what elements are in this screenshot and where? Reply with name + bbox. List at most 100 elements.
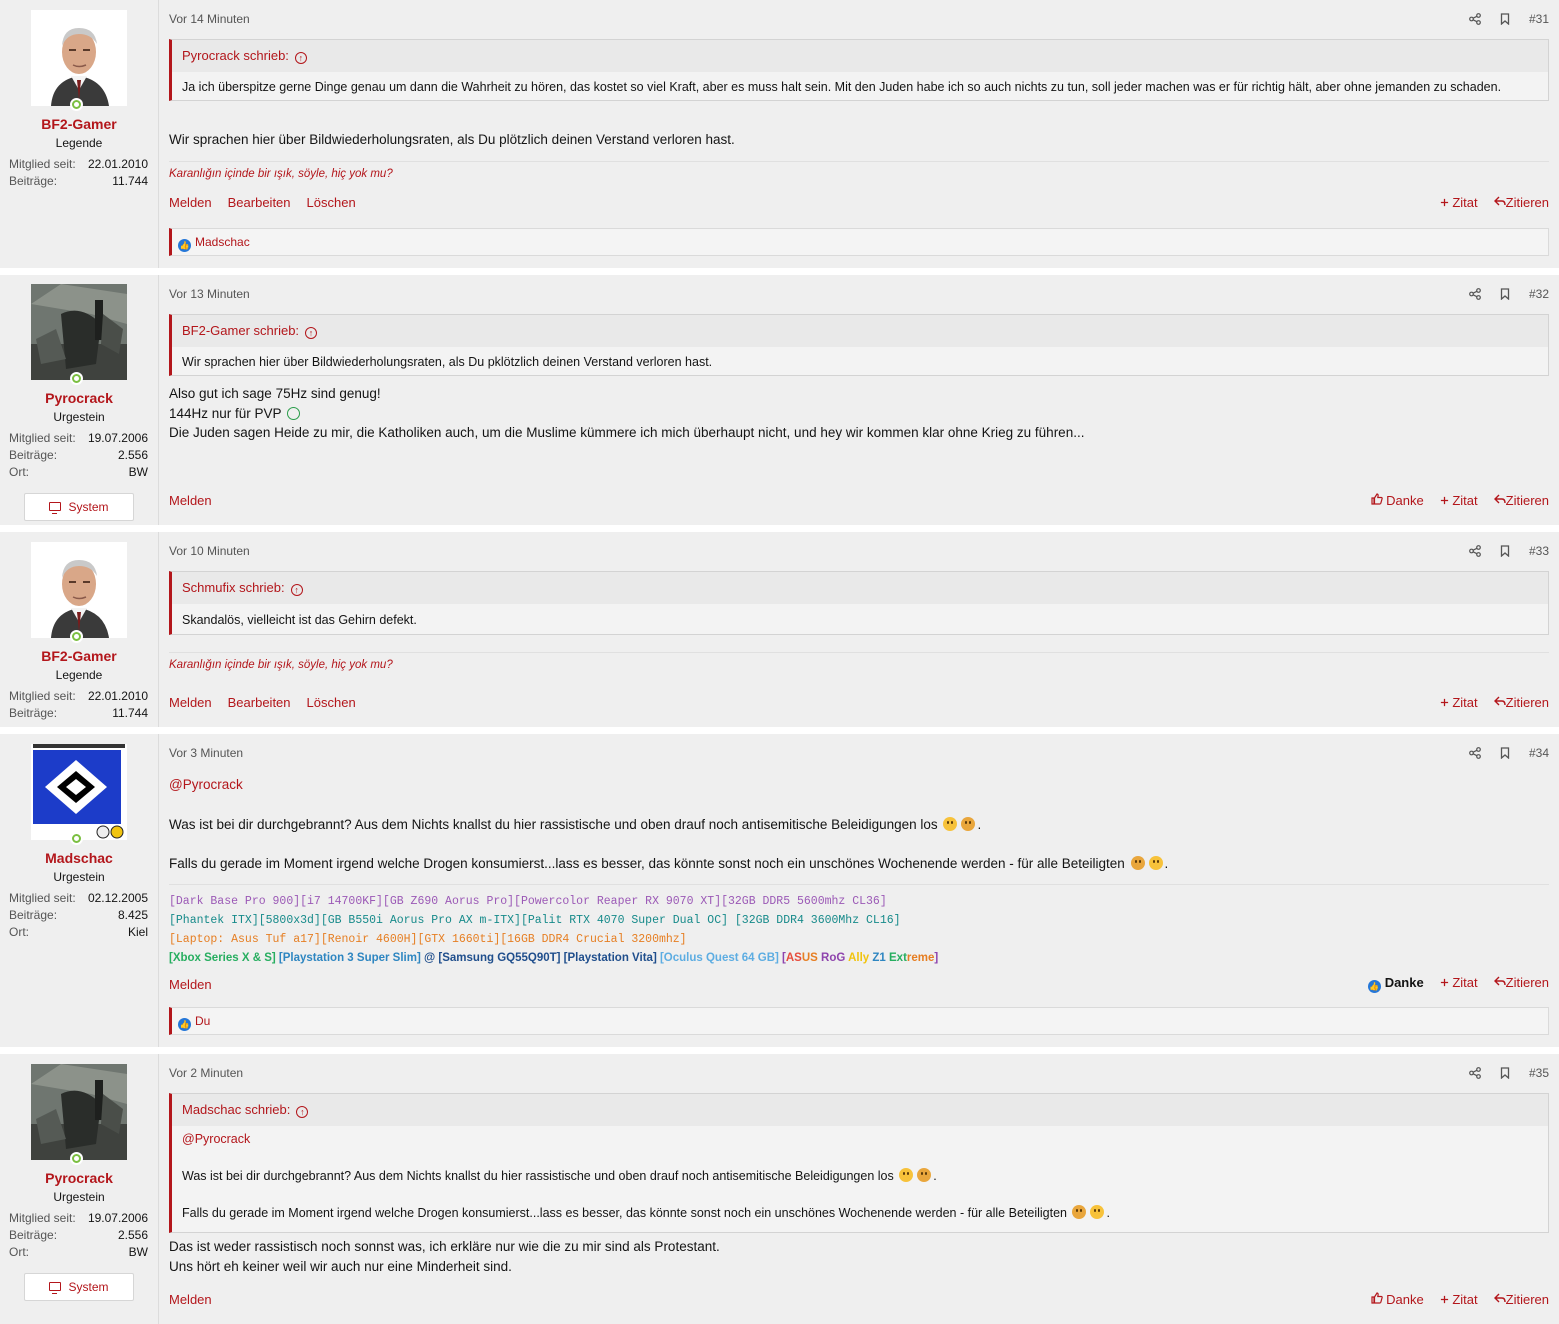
multiquote-button[interactable]: Zitat: [1440, 493, 1478, 508]
post-time[interactable]: Vor 14 Minuten: [169, 12, 250, 26]
share-icon[interactable]: [1469, 747, 1481, 759]
quote-block: BF2-Gamer schrieb: ↑ Wir sprachen hier üb…: [169, 314, 1549, 376]
post-time[interactable]: Vor 2 Minuten: [169, 1066, 243, 1080]
post-time[interactable]: Vor 3 Minuten: [169, 746, 243, 760]
post-number[interactable]: #33: [1529, 544, 1549, 558]
multiquote-button[interactable]: Zitat: [1440, 195, 1478, 210]
bookmark-icon[interactable]: [1499, 545, 1511, 557]
quote-author[interactable]: Pyrocrack schrieb:: [182, 48, 289, 63]
message-line: Die Juden sagen Heide zu mir, die Kathol…: [169, 425, 1085, 440]
share-icon[interactable]: [1469, 1067, 1481, 1079]
message-paragraph: Was ist bei dir durchgebrannt? Aus dem N…: [169, 816, 938, 832]
avatar[interactable]: [31, 744, 127, 845]
multiquote-button[interactable]: Zitat: [1440, 975, 1478, 990]
username-link[interactable]: Madschac: [0, 850, 158, 866]
signature: Karanlığın içinde bir ışık, söyle, hiç y…: [169, 160, 1549, 180]
username-link[interactable]: BF2-Gamer: [0, 116, 158, 132]
edit-button[interactable]: Bearbeiten: [228, 195, 291, 210]
post-time[interactable]: Vor 10 Minuten: [169, 544, 250, 558]
bookmark-icon[interactable]: [1499, 288, 1511, 300]
reactions-bar[interactable]: 👍 Madschac: [169, 228, 1549, 256]
monitor-icon: [49, 502, 62, 514]
message-body: @Pyrocrack Was ist bei dir durchgebrannt…: [169, 777, 1169, 871]
thanks-button[interactable]: Danke: [1371, 1292, 1424, 1307]
multiquote-button[interactable]: Zitat: [1440, 1292, 1478, 1307]
avatar-image[interactable]: [31, 744, 127, 840]
delete-button[interactable]: Löschen: [307, 695, 356, 710]
jump-up-icon[interactable]: ↑: [305, 327, 318, 339]
reply-quote-button[interactable]: Zitieren: [1494, 195, 1549, 210]
posts-value: 11.744: [112, 706, 148, 720]
post-number[interactable]: #31: [1529, 12, 1549, 26]
username-link[interactable]: Pyrocrack: [0, 1170, 158, 1186]
reactions-bar[interactable]: 👍 Du: [169, 1007, 1549, 1035]
like-icon: 👍: [178, 1018, 191, 1031]
share-icon[interactable]: [1469, 13, 1481, 25]
post-actions: Melden Bearbeiten Löschen Zitat Zitieren: [169, 695, 1549, 710]
avatar-image[interactable]: [31, 542, 127, 638]
quote-header[interactable]: Schmufix schrieb: ↑: [172, 572, 1548, 604]
member-since-value: 22.01.2010: [87, 157, 148, 171]
reply-quote-button[interactable]: Zitieren: [1494, 695, 1549, 710]
quote-block: Pyrocrack schrieb: ↑ Ja ich überspitze ge…: [169, 39, 1549, 101]
jump-up-icon[interactable]: ↑: [290, 584, 303, 596]
post-number[interactable]: #35: [1529, 1066, 1549, 1080]
quote-header[interactable]: Pyrocrack schrieb: ↑: [172, 40, 1548, 72]
avatar[interactable]: [31, 542, 127, 643]
posts-label: Beiträge:: [9, 706, 58, 720]
quote-header[interactable]: BF2-Gamer schrieb: ↑: [172, 315, 1548, 347]
sig-line-3: [Laptop: Asus Tuf a17][Renoir 4600H][GTX…: [169, 932, 687, 946]
bookmark-icon[interactable]: [1499, 13, 1511, 25]
user-stats: Mitglied seit: 22.01.2010 Beiträge: 11.744: [9, 156, 148, 190]
reply-quote-button[interactable]: Zitieren: [1494, 1292, 1549, 1307]
avatar[interactable]: [31, 10, 127, 111]
quote-author[interactable]: Schmufix schrieb:: [182, 580, 285, 595]
username-link[interactable]: Pyrocrack: [0, 390, 158, 406]
user-mention[interactable]: @Pyrocrack: [182, 1132, 250, 1146]
bookmark-icon[interactable]: [1499, 747, 1511, 759]
report-button[interactable]: Melden: [169, 195, 212, 210]
report-button[interactable]: Melden: [169, 1292, 212, 1307]
thanks-button-active[interactable]: 👍 Danke: [1367, 975, 1424, 993]
jump-up-icon[interactable]: ↑: [296, 1106, 309, 1118]
post-number[interactable]: #34: [1529, 746, 1549, 760]
multiquote-button[interactable]: Zitat: [1440, 695, 1478, 710]
reply-icon: [1494, 695, 1506, 707]
reply-quote-button[interactable]: Zitieren: [1494, 493, 1549, 508]
post-number[interactable]: #32: [1529, 287, 1549, 301]
avatar[interactable]: [31, 284, 127, 385]
system-button[interactable]: System: [24, 1273, 134, 1301]
avatar-image[interactable]: [31, 10, 127, 106]
system-button[interactable]: System: [24, 493, 134, 521]
share-icon[interactable]: [1469, 545, 1481, 557]
report-button[interactable]: Melden: [169, 493, 212, 508]
reactions-users[interactable]: Du: [195, 1014, 210, 1028]
avatar[interactable]: [31, 1064, 127, 1165]
report-button[interactable]: Melden: [169, 977, 212, 992]
post-main: Vor 2 Minuten #35 Madschac schrieb: ↑ @Py…: [159, 1054, 1559, 1324]
avatar-image[interactable]: [31, 1064, 127, 1160]
report-button[interactable]: Melden: [169, 695, 212, 710]
post-time[interactable]: Vor 13 Minuten: [169, 287, 250, 301]
username-link[interactable]: BF2-Gamer: [0, 648, 158, 664]
quote-header[interactable]: Madschac schrieb: ↑: [172, 1094, 1548, 1126]
reactions-users[interactable]: Madschac: [195, 235, 250, 249]
user-mention[interactable]: @Pyrocrack: [169, 777, 243, 792]
quote-author[interactable]: Madschac schrieb:: [182, 1102, 290, 1117]
edit-button[interactable]: Bearbeiten: [228, 695, 291, 710]
delete-button[interactable]: Löschen: [307, 195, 356, 210]
posts-label: Beiträge:: [9, 908, 58, 922]
like-icon: 👍: [178, 239, 191, 252]
location-label: Ort:: [9, 925, 29, 939]
online-status-icon: [70, 630, 83, 643]
bookmark-icon[interactable]: [1499, 1067, 1511, 1079]
reply-quote-button[interactable]: Zitieren: [1494, 975, 1549, 990]
thanks-button[interactable]: Danke: [1371, 493, 1424, 508]
tired-emoji-icon: [1072, 1205, 1087, 1219]
avatar-image[interactable]: [31, 284, 127, 380]
quote-author[interactable]: BF2-Gamer schrieb:: [182, 323, 299, 338]
thumb-up-icon: [1371, 1292, 1383, 1304]
jump-up-icon[interactable]: ↑: [294, 52, 307, 64]
user-stats: Mitglied seit: 22.01.2010 Beiträge: 11.744: [9, 688, 148, 722]
share-icon[interactable]: [1469, 288, 1481, 300]
